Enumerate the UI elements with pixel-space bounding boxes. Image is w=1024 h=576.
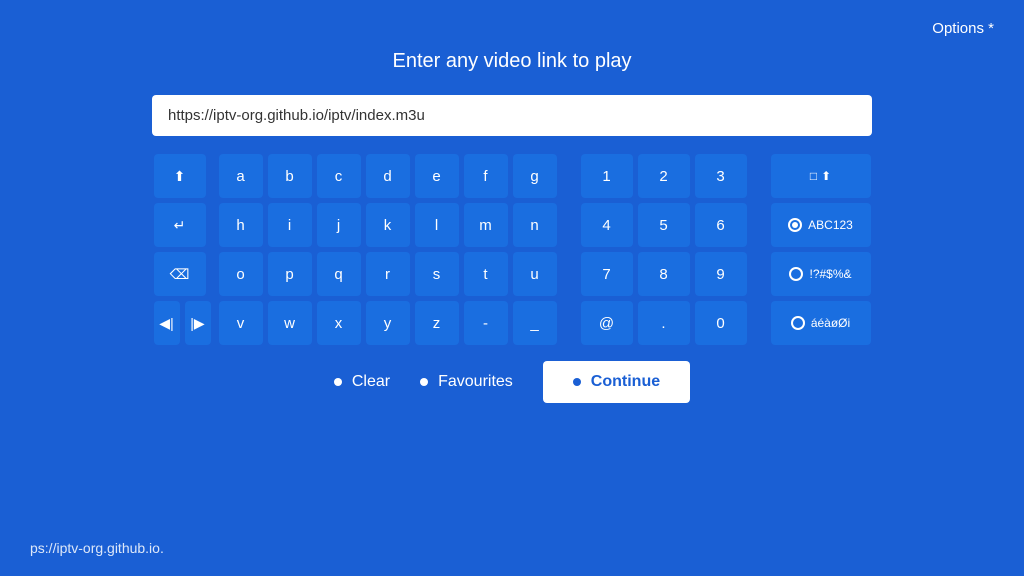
key-p[interactable]: p [268,252,312,296]
accents-radio-icon [791,316,805,330]
right-options-column: □ ⬆ ABC123 !?#$%& áéàøØi [771,154,871,345]
key-j[interactable]: j [317,203,361,247]
nav-keys-row: ◀| |▶ [154,301,211,345]
url-input[interactable] [152,95,872,136]
alpha-row-2: h i j k l m n [219,203,557,247]
key-k[interactable]: k [366,203,410,247]
key-h[interactable]: h [219,203,263,247]
options-button[interactable]: Options * [932,20,994,37]
key-dash[interactable]: - [464,301,508,345]
key-1[interactable]: 1 [581,154,633,198]
key-a[interactable]: a [219,154,263,198]
key-x[interactable]: x [317,301,361,345]
tab-key[interactable]: ↵ [154,203,206,247]
numpad: 1 2 3 4 5 6 7 8 9 @ . 0 [581,154,747,345]
alpha-row-3: o p q r s t u [219,252,557,296]
key-f[interactable]: f [464,154,508,198]
cursor-right-key[interactable]: |▶ [185,301,211,345]
key-5[interactable]: 5 [638,203,690,247]
key-3[interactable]: 3 [695,154,747,198]
key-d[interactable]: d [366,154,410,198]
key-s[interactable]: s [415,252,459,296]
backspace-key[interactable]: ⌫ [154,252,206,296]
key-m[interactable]: m [464,203,508,247]
favourites-label: Favourites [438,373,513,391]
key-i[interactable]: i [268,203,312,247]
alpha-row-1: a b c d e f g [219,154,557,198]
keyboard-area: ⬆ ↵ ⌫ ◀| |▶ a b c d e f g h i j k [154,154,871,345]
num-row-1: 1 2 3 [581,154,747,198]
key-l[interactable]: l [415,203,459,247]
alpha-row-4: v w x y z - _ [219,301,557,345]
key-y[interactable]: y [366,301,410,345]
symbols-label: !?#$%& [809,267,851,281]
caps-mode-button[interactable]: □ ⬆ [771,154,871,198]
key-q[interactable]: q [317,252,361,296]
status-text: ps://iptv-org.github.io. [30,540,164,556]
key-dot[interactable]: . [638,301,690,345]
caps-key[interactable]: ⬆ [154,154,206,198]
key-u[interactable]: u [513,252,557,296]
favourites-bullet [420,378,428,386]
key-8[interactable]: 8 [638,252,690,296]
key-g[interactable]: g [513,154,557,198]
clear-button[interactable]: Clear [334,373,390,391]
key-at[interactable]: @ [581,301,633,345]
key-0[interactable]: 0 [695,301,747,345]
symbols-radio-icon [789,267,803,281]
ctrl-column: ⬆ ↵ ⌫ ◀| |▶ [154,154,211,345]
up-arrow-icon: ⬆ [821,169,831,183]
alpha-keyboard: a b c d e f g h i j k l m n o p q r [219,154,557,345]
key-w[interactable]: w [268,301,312,345]
symbols-mode-button[interactable]: !?#$%& [771,252,871,296]
cursor-left-key[interactable]: ◀| [154,301,180,345]
key-4[interactable]: 4 [581,203,633,247]
clear-bullet [334,378,342,386]
page-title: Enter any video link to play [392,50,631,73]
abc123-label: ABC123 [808,218,853,232]
key-n[interactable]: n [513,203,557,247]
key-o[interactable]: o [219,252,263,296]
abc123-mode-button[interactable]: ABC123 [771,203,871,247]
action-row: Clear Favourites Continue [334,361,690,403]
key-b[interactable]: b [268,154,312,198]
abc123-radio-icon [788,218,802,232]
num-row-4: @ . 0 [581,301,747,345]
num-row-3: 7 8 9 [581,252,747,296]
key-t[interactable]: t [464,252,508,296]
continue-button[interactable]: Continue [543,361,690,403]
key-underscore[interactable]: _ [513,301,557,345]
continue-label: Continue [591,373,660,391]
key-2[interactable]: 2 [638,154,690,198]
num-row-2: 4 5 6 [581,203,747,247]
accents-label: áéàøØi [811,316,850,330]
key-e[interactable]: e [415,154,459,198]
key-9[interactable]: 9 [695,252,747,296]
key-z[interactable]: z [415,301,459,345]
favourites-button[interactable]: Favourites [420,373,513,391]
square-icon: □ [810,169,817,183]
accents-mode-button[interactable]: áéàøØi [771,301,871,345]
key-7[interactable]: 7 [581,252,633,296]
continue-bullet [573,378,581,386]
status-bar: ps://iptv-org.github.io. [30,540,164,556]
key-v[interactable]: v [219,301,263,345]
url-input-container [152,95,872,136]
clear-label: Clear [352,373,390,391]
key-r[interactable]: r [366,252,410,296]
key-6[interactable]: 6 [695,203,747,247]
key-c[interactable]: c [317,154,361,198]
